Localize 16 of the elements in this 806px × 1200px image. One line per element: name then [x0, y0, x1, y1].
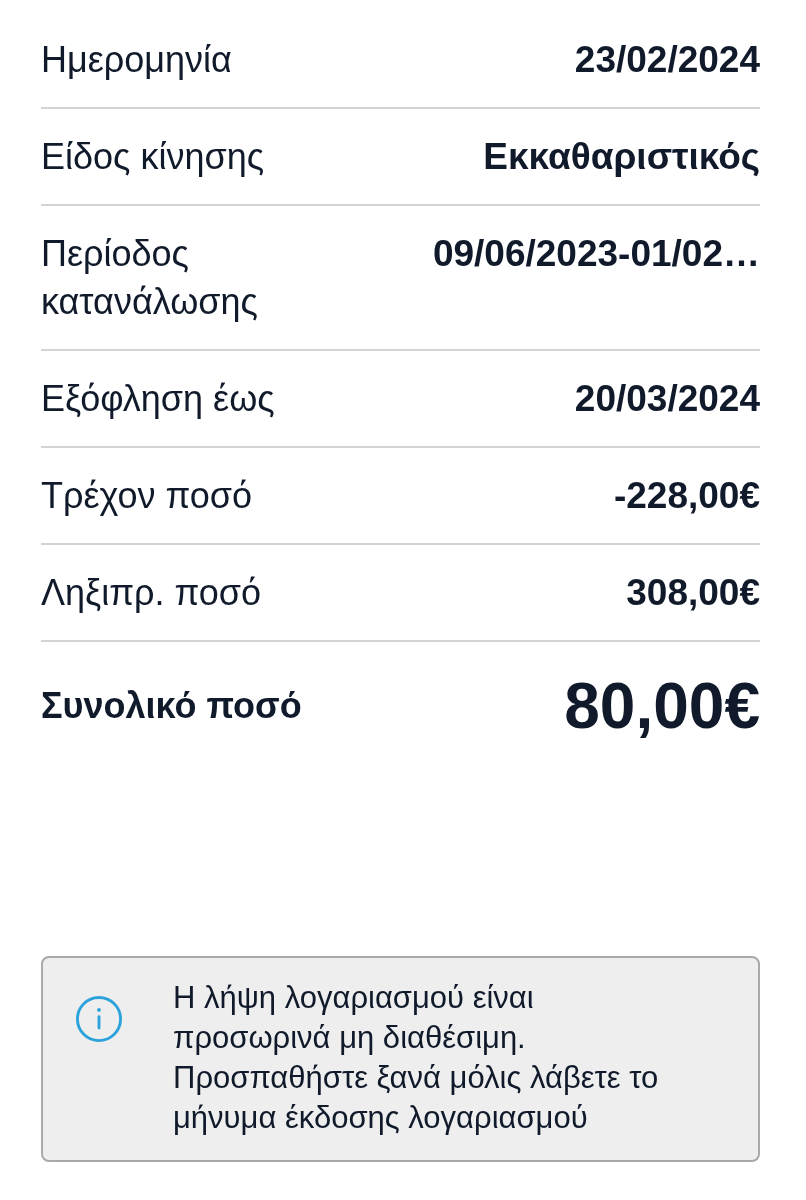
info-icon — [76, 996, 122, 1042]
detail-label: Περίοδος κατανάλωσης — [41, 232, 259, 324]
detail-label: Είδος κίνησης — [41, 135, 265, 179]
detail-value: -228,00€ — [613, 474, 760, 518]
total-label: Συνολικό ποσό — [41, 684, 302, 728]
detail-value: Εκκαθαριστικός — [483, 135, 760, 179]
detail-label: Ληξιπρ. ποσό — [41, 571, 262, 615]
notice-text: Η λήψη λογαριασμού είναι προσωρινά μη διαθέσιμη. Προσπαθήστε ξανά μόλις λάβετε το μήνυμα έκδοσης λογαριασμού — [173, 979, 660, 1137]
detail-label: Τρέχον ποσό — [41, 474, 253, 518]
detail-label: Εξόφληση έως — [41, 377, 275, 421]
detail-value: 20/03/2024 — [574, 377, 760, 421]
total-amount: 80,00€ — [564, 670, 760, 742]
detail-value: 308,00€ — [626, 571, 760, 615]
detail-label: Ημερομηνία — [41, 38, 232, 82]
detail-value: 09/06/2023-01/02… — [432, 232, 760, 276]
detail-value: 23/02/2024 — [574, 38, 760, 82]
